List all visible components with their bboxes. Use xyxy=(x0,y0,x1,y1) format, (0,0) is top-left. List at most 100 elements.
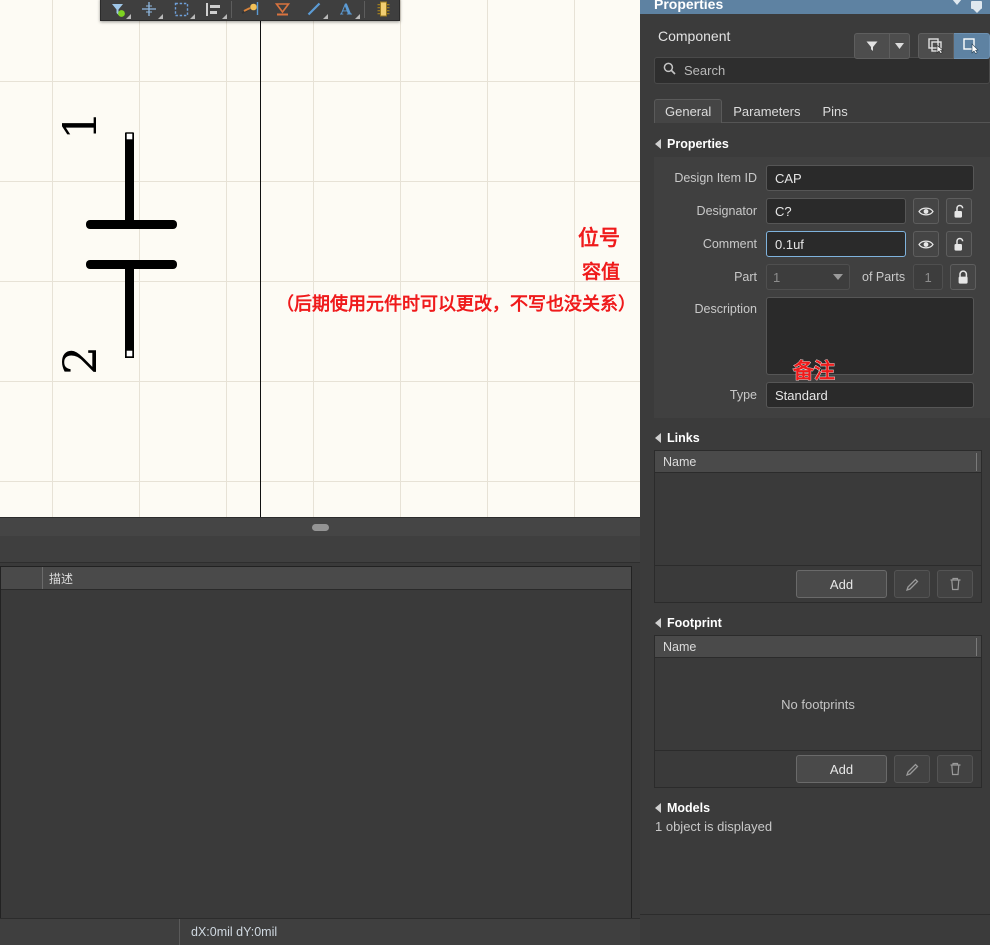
comment-unlock-button[interactable] xyxy=(946,231,972,257)
links-delete-button[interactable] xyxy=(937,570,973,598)
row-designator: Designator C? xyxy=(654,198,990,224)
comment-visibility-button[interactable] xyxy=(913,231,939,257)
place-text-tool[interactable]: A xyxy=(330,0,362,20)
label-comment: Comment xyxy=(702,237,757,251)
part-select[interactable]: 1 xyxy=(766,264,850,290)
select-single-icon-button[interactable] xyxy=(954,33,990,59)
table-body[interactable] xyxy=(1,590,631,862)
toolbar-separator-2 xyxy=(364,0,365,18)
column-header-description[interactable]: 描述 xyxy=(42,567,73,589)
designator-visibility-button[interactable] xyxy=(913,198,939,224)
designator-unlock-button[interactable] xyxy=(946,198,972,224)
annotation-description: 备注 xyxy=(793,359,836,384)
label-designator: Designator xyxy=(696,204,757,218)
part-value: 1 xyxy=(773,269,781,285)
search-placeholder: Search xyxy=(684,63,726,78)
search-icon xyxy=(663,62,676,80)
label-of-parts: of Parts xyxy=(862,270,906,284)
models-status-text: 1 object is displayed xyxy=(655,819,773,834)
splitter-grip[interactable] xyxy=(311,523,329,531)
section-header-properties[interactable]: Properties xyxy=(640,137,990,151)
schematic-toolbar[interactable]: A xyxy=(100,0,400,21)
type-select[interactable]: Standard xyxy=(766,382,974,408)
tab-parameters[interactable]: Parameters xyxy=(722,99,811,123)
links-edit-button[interactable] xyxy=(894,570,930,598)
footprint-column-name[interactable]: Name xyxy=(655,636,981,658)
row-type: Type Standard xyxy=(654,382,990,408)
panel-splitter[interactable] xyxy=(0,517,640,536)
row-comment: Comment 0.1uf xyxy=(654,231,990,257)
place-pin-tool[interactable] xyxy=(234,0,266,20)
links-column-name[interactable]: Name xyxy=(655,451,981,473)
status-bar: dX:0mil dY:0mil xyxy=(0,918,640,945)
properties-header: Component xyxy=(640,14,990,59)
section-header-links[interactable]: Links xyxy=(640,431,990,445)
label-type: Type xyxy=(729,388,757,402)
annotation-note: （后期使用元件时可以更改，不写也没关系） xyxy=(276,294,637,316)
object-type-label: Component xyxy=(658,27,731,44)
chevron-down-icon[interactable] xyxy=(952,0,962,5)
pin-panel-icon[interactable] xyxy=(971,1,982,13)
panel-title: Properties xyxy=(654,0,724,12)
application-window: 1 2 位号 容值 （后期使用元件时可以更改，不写也没关系） A 描述 dX:0… xyxy=(0,0,990,945)
footprint-delete-button[interactable] xyxy=(937,755,973,783)
capacitor-symbol[interactable]: 1 2 xyxy=(0,0,640,517)
filter-segment xyxy=(854,33,910,59)
section-title-footprint: Footprint xyxy=(667,616,722,630)
lower-panel-table[interactable]: 描述 xyxy=(0,566,632,945)
table-header-row: 描述 xyxy=(1,567,631,590)
align-tool[interactable] xyxy=(197,0,229,20)
collapse-triangle-icon-links[interactable] xyxy=(655,433,661,443)
status-bar-left-slot xyxy=(0,919,180,945)
part-lock-button[interactable] xyxy=(950,264,977,290)
status-coordinates: dX:0mil dY:0mil xyxy=(191,925,278,939)
properties-title-bar[interactable]: Properties xyxy=(640,0,990,14)
footprint-listbox: Name No footprints Add xyxy=(654,635,982,788)
place-line-tool[interactable] xyxy=(298,0,330,20)
design-item-id-field[interactable]: CAP xyxy=(766,165,974,191)
lower-panel: 描述 xyxy=(0,536,640,945)
links-listbox: Name Add xyxy=(654,450,982,603)
filter-button[interactable] xyxy=(854,33,890,59)
of-parts-value: 1 xyxy=(913,264,944,290)
select-all-icon-button[interactable] xyxy=(918,33,954,59)
pin-number-2: 2 xyxy=(53,346,107,375)
properties-panel-footer xyxy=(640,914,990,945)
footprint-add-button[interactable]: Add xyxy=(796,755,887,783)
filter-dropdown-button[interactable] xyxy=(890,33,910,59)
designator-field[interactable]: C? xyxy=(766,198,906,224)
row-part: Part 1 of Parts 1 xyxy=(654,264,990,290)
toolbar-separator xyxy=(231,0,232,18)
tab-pins[interactable]: Pins xyxy=(811,99,858,123)
selection-mode-segment xyxy=(918,33,990,59)
footprint-edit-button[interactable] xyxy=(894,755,930,783)
crosshair-tool[interactable] xyxy=(133,0,165,20)
label-part: Part xyxy=(734,270,757,284)
chevron-down-icon-part xyxy=(833,274,843,280)
row-design-item-id: Design Item ID CAP xyxy=(654,165,990,191)
links-add-button[interactable]: Add xyxy=(796,570,887,598)
links-list-body[interactable] xyxy=(655,473,981,566)
section-header-models[interactable]: Models xyxy=(640,801,990,815)
lower-panel-toolbar[interactable] xyxy=(0,536,640,563)
footprint-empty-message[interactable]: No footprints xyxy=(655,658,981,751)
select-filter-tool[interactable] xyxy=(101,0,133,20)
area-select-tool[interactable] xyxy=(165,0,197,20)
place-ic-tool[interactable] xyxy=(367,0,399,20)
comment-field[interactable]: 0.1uf xyxy=(766,231,906,257)
pin-number-1: 1 xyxy=(53,111,107,140)
tab-general[interactable]: General xyxy=(654,99,723,123)
schematic-editor-area: 1 2 位号 容值 （后期使用元件时可以更改，不写也没关系） A 描述 dX:0… xyxy=(0,0,640,945)
links-actions: Add xyxy=(655,566,981,602)
collapse-triangle-icon[interactable] xyxy=(655,139,661,149)
place-polygon-tool[interactable] xyxy=(266,0,298,20)
label-design-item-id: Design Item ID xyxy=(674,171,757,185)
schematic-canvas[interactable]: 1 2 位号 容值 （后期使用元件时可以更改，不写也没关系） xyxy=(0,0,640,517)
footprint-actions: Add xyxy=(655,751,981,787)
search-box[interactable]: Search xyxy=(654,57,990,84)
type-value: Standard xyxy=(775,387,828,403)
collapse-triangle-icon-footprint[interactable] xyxy=(655,618,661,628)
properties-panel: Properties Component Search General Para… xyxy=(640,0,990,945)
collapse-triangle-icon-models[interactable] xyxy=(655,803,661,813)
section-header-footprint[interactable]: Footprint xyxy=(640,616,990,630)
